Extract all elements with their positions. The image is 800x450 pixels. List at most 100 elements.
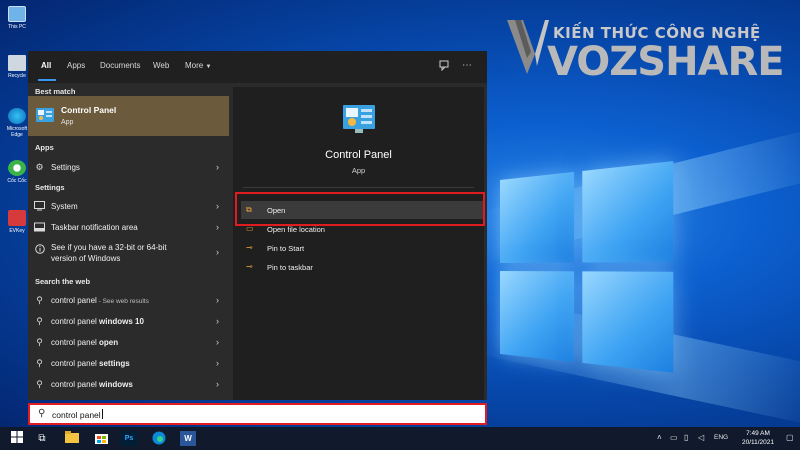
monitor-icon (34, 201, 45, 211)
detail-subtitle: App (351, 166, 366, 175)
web-result-label: control panel windows 10 (51, 317, 144, 326)
web-result-label: control panel windows (51, 380, 133, 389)
action-label: Pin to Start (267, 244, 305, 253)
result-system[interactable]: System › (28, 196, 229, 216)
result-label-line2: version of Windows (51, 254, 121, 263)
section-search-the-web: Search the web (35, 277, 91, 286)
taskbar: ⧉ Ps W ˄ ▭ ▯ ◁ ENG 7:49 AM 20/11/2021 ▢ (0, 427, 800, 450)
taskbar-icon (34, 222, 45, 232)
web-result-label: control panel settings (51, 359, 130, 368)
best-match-subtitle: App (61, 119, 74, 126)
divider (243, 187, 474, 188)
result-taskbar-notification-area[interactable]: Taskbar notification area › (28, 217, 229, 237)
result-32-or-64-bit[interactable]: See if you have a 32-bit or 64-bit versi… (28, 239, 229, 269)
edge-icon (8, 108, 26, 124)
chevron-right-icon[interactable]: › (216, 316, 219, 326)
control-panel-icon (36, 108, 54, 122)
chevron-up-icon[interactable]: ˄ (657, 433, 662, 442)
word-icon[interactable]: W (180, 431, 196, 446)
battery-icon[interactable]: ▯ (684, 433, 688, 442)
coccoc-icon (8, 160, 26, 176)
feedback-icon[interactable] (439, 60, 450, 74)
chevron-right-icon[interactable]: › (216, 162, 219, 172)
windows-wallpaper-logo (500, 161, 676, 374)
result-label: Taskbar notification area (51, 223, 138, 232)
info-icon (34, 244, 45, 254)
section-settings: Settings (35, 183, 65, 192)
search-icon: ⚲ (36, 379, 43, 389)
chevron-right-icon[interactable]: › (216, 358, 219, 368)
chevron-right-icon[interactable]: › (216, 201, 219, 211)
clock-date: 20/11/2021 (741, 439, 775, 446)
file-explorer-icon[interactable] (64, 431, 80, 446)
task-view-icon[interactable]: ⧉ (34, 431, 50, 446)
chevron-right-icon[interactable]: › (216, 295, 219, 305)
web-result[interactable]: ⚲ control panel - See web results › (28, 290, 229, 310)
section-apps: Apps (35, 143, 54, 152)
desktop-icon-evkey[interactable]: EVKey (4, 210, 30, 234)
notification-icon[interactable]: ▢ (786, 433, 794, 442)
desktop-icon-label: Cốc Cốc (7, 178, 27, 184)
section-best-match: Best match (35, 87, 76, 96)
best-match-control-panel[interactable]: Control Panel App (28, 96, 229, 136)
network-icon[interactable]: ▭ (670, 433, 678, 442)
evkey-icon (8, 210, 26, 226)
desktop-icon-label: This PC (8, 24, 26, 30)
control-panel-icon (343, 105, 375, 133)
search-input[interactable]: control panel (52, 409, 103, 420)
web-result[interactable]: ⚲ control panel windows › (28, 374, 229, 394)
chevron-right-icon[interactable]: › (216, 337, 219, 347)
tab-all[interactable]: All (41, 61, 51, 70)
caret-down-icon: ▼ (205, 64, 212, 70)
highlight-box (235, 192, 485, 226)
web-result-label: control panel - See web results (51, 296, 149, 305)
tab-documents[interactable]: Documents (100, 61, 140, 70)
action-pin-to-taskbar[interactable]: ⊸ Pin to taskbar (241, 258, 483, 276)
web-result[interactable]: ⚲ control panel windows 10 › (28, 311, 229, 331)
search-tabs: All Apps Documents Web More ▼ ⋯ (28, 51, 487, 83)
result-label-line1: See if you have a 32-bit or 64-bit (51, 243, 167, 252)
pin-icon: ⊸ (246, 262, 253, 271)
search-icon: ⚲ (36, 358, 43, 368)
search-box[interactable]: ⚲ control panel (28, 403, 487, 425)
action-label: Pin to taskbar (267, 263, 313, 272)
tab-apps[interactable]: Apps (67, 61, 85, 70)
tab-more[interactable]: More ▼ (185, 61, 211, 70)
search-icon: ⚲ (36, 295, 43, 305)
language-indicator[interactable]: ENG (714, 434, 728, 441)
result-label: Settings (51, 163, 80, 172)
result-settings-app[interactable]: ⚙ Settings › (28, 157, 229, 177)
web-result[interactable]: ⚲ control panel open › (28, 332, 229, 352)
search-icon: ⚲ (38, 408, 46, 419)
detail-title: Control Panel (325, 149, 392, 161)
desktop-icon-recycle[interactable]: Recycle (4, 55, 30, 79)
windows-logo-icon[interactable] (9, 431, 25, 446)
edge-icon[interactable] (151, 431, 167, 446)
more-options-icon[interactable]: ⋯ (462, 60, 473, 71)
volume-icon[interactable]: ◁ (698, 433, 704, 442)
desktop-icon-edge[interactable]: Microsoft Edge (4, 108, 30, 138)
desktop-icon-label: EVKey (9, 228, 25, 234)
recycle-bin-icon (8, 55, 26, 71)
clock[interactable]: 7:49 AM 20/11/2021 (735, 429, 781, 447)
tab-web[interactable]: Web (153, 61, 169, 70)
store-icon[interactable] (93, 431, 109, 446)
result-label: System (51, 202, 78, 211)
desktop-icon-coccoc[interactable]: Cốc Cốc (4, 160, 30, 184)
results-list: Best match Control Panel App Apps ⚙ Sett… (28, 83, 229, 400)
web-result[interactable]: ⚲ control panel settings › (28, 353, 229, 373)
search-icon: ⚲ (36, 337, 43, 347)
desktop-icon-this-pc[interactable]: This PC (4, 6, 30, 30)
chevron-right-icon[interactable]: › (216, 379, 219, 389)
action-pin-to-start[interactable]: ⊸ Pin to Start (241, 239, 483, 257)
chevron-right-icon[interactable]: › (216, 222, 219, 232)
photoshop-icon[interactable]: Ps (121, 431, 137, 446)
chevron-right-icon[interactable]: › (216, 247, 219, 257)
vozshare-logo-icon (507, 20, 549, 74)
active-tab-indicator (38, 79, 56, 81)
pin-icon: ⊸ (246, 243, 253, 252)
tab-more-label: More (185, 61, 204, 70)
best-match-title: Control Panel (61, 105, 117, 115)
watermark: KIẾN THỨC CÔNG NGHỆ VOZSHARE (505, 12, 795, 84)
clock-time: 7:49 AM (746, 430, 770, 437)
